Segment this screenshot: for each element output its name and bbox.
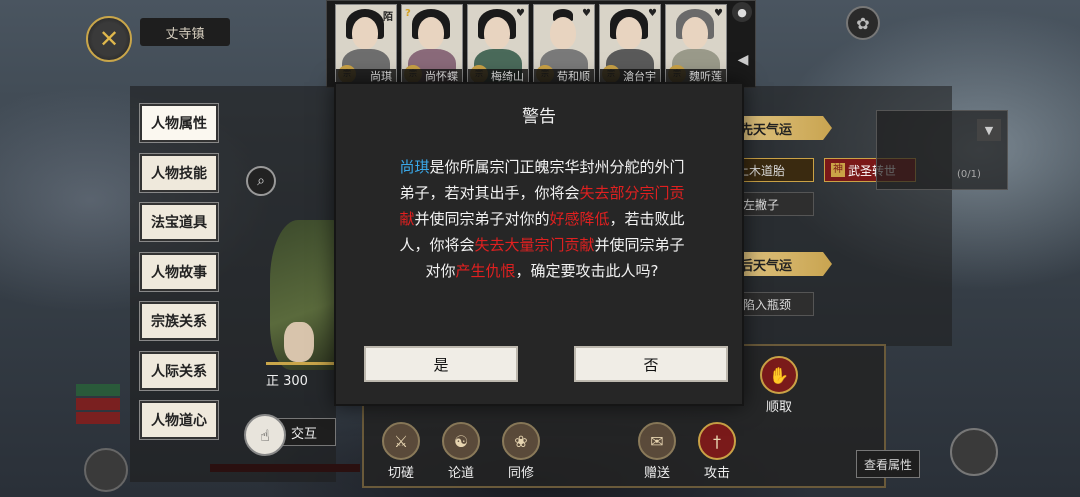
portrait-mark: ♥ xyxy=(714,8,723,19)
portrait-mark: ♥ xyxy=(648,8,657,19)
side-tag xyxy=(76,412,120,424)
cultivate-icon: ❀ xyxy=(502,422,540,460)
crossed-swords-icon[interactable]: ✕ xyxy=(86,16,132,62)
menu-item-items[interactable]: 法宝道具 xyxy=(140,203,218,241)
stat-bar xyxy=(266,362,336,365)
action-gift[interactable]: ✉ 赠送 xyxy=(632,422,682,481)
portrait-bar: 陌 宗 尚琪 ? 宗 尚怀蝶 ♥ 宗 梅绮山 ♥ 宗 荀和顺 ♥ 宗 滄台宇 ♥… xyxy=(326,0,756,88)
far-right-circle-button[interactable] xyxy=(950,428,998,476)
portrait-card[interactable]: ♥ 宗 魏听莲 xyxy=(665,4,727,86)
group-icon[interactable]: ● xyxy=(732,2,752,22)
message-text: ，确定要攻击此人吗? xyxy=(515,262,659,280)
search-icon[interactable]: ⌕ xyxy=(246,166,276,196)
menu-item-attributes[interactable]: 人物属性 xyxy=(140,104,218,142)
portrait-face xyxy=(418,17,444,49)
warning-text: 失去大量宗门贡献 xyxy=(474,236,595,254)
portrait-card[interactable]: 陌 宗 尚琪 xyxy=(335,4,397,86)
action-label: 顺取 xyxy=(765,400,792,415)
bottom-bar xyxy=(210,464,360,472)
side-tag xyxy=(76,398,120,410)
target-name: 尚琪 xyxy=(399,158,430,176)
portrait-card[interactable]: ♥ 宗 滄台宇 xyxy=(599,4,661,86)
portrait-mark: 陌 xyxy=(383,12,393,23)
location-title: 丈寺镇 xyxy=(140,18,230,46)
bottom-left-button[interactable] xyxy=(84,448,128,492)
action-discuss[interactable]: ☯ 论道 xyxy=(436,422,486,481)
menu-item-skills[interactable]: 人物技能 xyxy=(140,154,218,192)
action-spar[interactable]: ⚔ 切磋 xyxy=(376,422,426,481)
acquired-luck-label: 后天气运 xyxy=(740,258,793,274)
counter-text: (0/1) xyxy=(957,169,981,180)
message-text: 并使同宗弟子对你的 xyxy=(414,210,550,228)
trait-plain-2[interactable]: 陷入瓶颈 xyxy=(736,292,814,316)
action-label: 赠送 xyxy=(643,466,670,481)
interact-button[interactable]: 交互 ☝ xyxy=(244,414,336,456)
action-attack[interactable]: † 攻击 xyxy=(692,422,742,481)
warning-dialog: 警告 尚琪是你所属宗门正魄宗华封州分舵的外门弟子，若对其出手，你将会失去部分宗门… xyxy=(334,82,744,406)
warning-text: 产生仇恨 xyxy=(455,262,516,280)
hand-icon: ☝ xyxy=(244,414,286,456)
chevron-down-icon[interactable]: ▼ xyxy=(977,119,1001,141)
action-cultivate[interactable]: ❀ 同修 xyxy=(496,422,546,481)
action-steal[interactable]: ✋ 顺取 xyxy=(754,356,804,415)
warning-text: 好感降低 xyxy=(549,210,610,228)
portrait-card[interactable]: ? 宗 尚怀蝶 xyxy=(401,4,463,86)
portrait-face xyxy=(616,17,642,49)
menu-item-story[interactable]: 人物故事 xyxy=(140,253,218,291)
portrait-mark: ? xyxy=(405,8,411,19)
side-tag xyxy=(76,384,120,396)
portrait-face xyxy=(352,17,378,49)
discuss-icon: ☯ xyxy=(442,422,480,460)
dialog-message: 尚琪是你所属宗门正魄宗华封州分舵的外门弟子，若对其出手，你将会失去部分宗门贡献并… xyxy=(392,154,692,284)
portrait-face xyxy=(682,17,708,49)
character-hand xyxy=(284,322,314,362)
portrait-mark: ♥ xyxy=(516,8,525,19)
action-label: 攻击 xyxy=(703,466,730,481)
portrait-face xyxy=(550,17,576,49)
scroll-left-arrow-icon[interactable]: ◀ xyxy=(736,40,750,80)
trait-mark-icon: 神 xyxy=(831,163,845,177)
yes-button[interactable]: 是 xyxy=(364,346,518,382)
no-button[interactable]: 否 xyxy=(574,346,728,382)
portrait-card[interactable]: ♥ 宗 荀和顺 xyxy=(533,4,595,86)
side-tags xyxy=(76,384,120,426)
alignment-value: 正 300 xyxy=(266,374,308,389)
dialog-title: 警告 xyxy=(522,107,556,127)
portrait-mark: ♥ xyxy=(582,8,591,19)
trait-label: 左撇子 xyxy=(743,197,780,212)
action-label: 同修 xyxy=(507,466,534,481)
view-attributes-button[interactable]: 查看属性 xyxy=(856,450,920,478)
spar-icon: ⚔ xyxy=(382,422,420,460)
portrait-card[interactable]: ♥ 宗 梅绮山 xyxy=(467,4,529,86)
trait-plain-1[interactable]: 左撇子 xyxy=(736,192,814,216)
far-right-box: ▼ (0/1) xyxy=(876,110,1008,190)
action-label: 论道 xyxy=(447,466,474,481)
portrait-face xyxy=(484,17,510,49)
trait-label: 陷入瓶颈 xyxy=(743,297,792,312)
innate-luck-label: 先天气运 xyxy=(740,122,793,138)
action-label: 切磋 xyxy=(387,466,414,481)
menu-item-relations[interactable]: 人际关系 xyxy=(140,352,218,390)
attack-icon: † xyxy=(698,422,736,460)
menu-item-heart[interactable]: 人物道心 xyxy=(140,401,218,439)
settings-icon[interactable]: ✿ xyxy=(846,6,880,40)
gift-icon: ✉ xyxy=(638,422,676,460)
menu-item-clan[interactable]: 宗族关系 xyxy=(140,302,218,340)
steal-icon: ✋ xyxy=(760,356,798,394)
trait-label: 土木道胎 xyxy=(737,163,786,178)
